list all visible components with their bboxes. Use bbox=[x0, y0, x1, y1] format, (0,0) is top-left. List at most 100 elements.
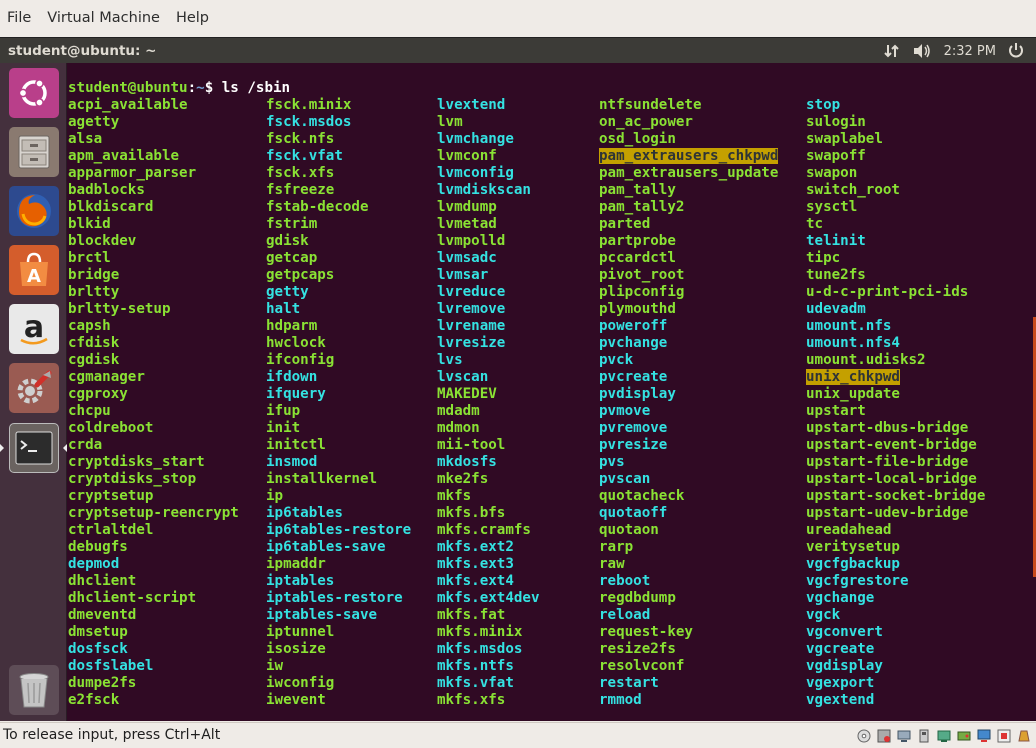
ls-row: upstart-udev-bridge bbox=[806, 505, 985, 522]
ls-entry: lvscan bbox=[437, 369, 489, 385]
ls-row: pvchange bbox=[599, 335, 778, 352]
ls-row: cryptdisks_start bbox=[68, 454, 239, 471]
ls-row: dosfsck bbox=[68, 641, 239, 658]
ls-row: tune2fs bbox=[806, 267, 985, 284]
ls-row: chcpu bbox=[68, 403, 239, 420]
menu-help[interactable]: Help bbox=[176, 10, 209, 26]
ls-row: telinit bbox=[806, 233, 985, 250]
ls-entry: pam_extrausers_chkpwd bbox=[599, 148, 779, 164]
ls-row: cgproxy bbox=[68, 386, 239, 403]
ls-row: osd_login bbox=[599, 131, 778, 148]
menu-file[interactable]: File bbox=[7, 10, 31, 26]
ls-entry: lvmpolld bbox=[437, 233, 506, 249]
usb-icon[interactable] bbox=[916, 728, 932, 744]
ubuntu-dash-icon[interactable] bbox=[9, 68, 59, 118]
ls-entry: upstart-socket-bridge bbox=[806, 488, 986, 504]
ls-row: vgcreate bbox=[806, 641, 985, 658]
hdd-icon[interactable] bbox=[956, 728, 972, 744]
ls-row: tipc bbox=[806, 250, 985, 267]
ls-row: reload bbox=[599, 607, 778, 624]
ls-entry: iptables bbox=[266, 573, 335, 589]
ls-entry: mkfs bbox=[437, 488, 472, 504]
shared-folder-icon[interactable] bbox=[936, 728, 952, 744]
ls-row: swapon bbox=[806, 165, 985, 182]
clock[interactable]: 2:32 PM bbox=[944, 44, 996, 59]
ls-entry: iwevent bbox=[266, 692, 326, 708]
ls-entry: pivot_root bbox=[599, 267, 685, 283]
software-center-icon[interactable]: A bbox=[9, 245, 59, 295]
ls-row: pvcreate bbox=[599, 369, 778, 386]
ls-column-1: acpi_available agetty alsa apm_available app… bbox=[68, 97, 239, 709]
ls-entry: pam_extrausers_update bbox=[599, 165, 779, 181]
ls-row: upstart-local-bridge bbox=[806, 471, 985, 488]
cdrom-icon[interactable] bbox=[856, 728, 872, 744]
network-icon[interactable] bbox=[896, 728, 912, 744]
ls-row: dumpe2fs bbox=[68, 675, 239, 692]
ls-row: mkfs.ext2 bbox=[437, 539, 540, 556]
ls-entry: blockdev bbox=[68, 233, 137, 249]
host-statusbar: To release input, press Ctrl+Alt bbox=[0, 722, 1036, 748]
volume-icon[interactable] bbox=[912, 43, 932, 59]
files-icon[interactable] bbox=[9, 127, 59, 177]
ls-row: mkfs.fat bbox=[437, 607, 540, 624]
ls-row: installkernel bbox=[266, 471, 411, 488]
ls-entry: lvmconf bbox=[437, 148, 497, 164]
ls-row: fsck.vfat bbox=[266, 148, 411, 165]
ls-row: blockdev bbox=[68, 233, 239, 250]
floppy-icon[interactable] bbox=[876, 728, 892, 744]
ls-row: dmsetup bbox=[68, 624, 239, 641]
trash-icon[interactable] bbox=[9, 665, 59, 715]
terminal-window[interactable]: student@ubuntu:~$ ls /sbin acpi_availabl… bbox=[67, 63, 1036, 721]
ls-row: agetty bbox=[68, 114, 239, 131]
ls-entry: mke2fs bbox=[437, 471, 489, 487]
ls-entry: parted bbox=[599, 216, 651, 232]
ls-entry: mkfs.ntfs bbox=[437, 658, 514, 674]
ls-entry: lvrename bbox=[437, 318, 506, 334]
ls-entry: request-key bbox=[599, 624, 693, 640]
ls-row: umount.nfs4 bbox=[806, 335, 985, 352]
network-arrows-icon[interactable] bbox=[883, 43, 900, 59]
ls-row: pam_tally2 bbox=[599, 199, 778, 216]
ls-entry: dhclient-script bbox=[68, 590, 197, 606]
ls-row: capsh bbox=[68, 318, 239, 335]
ls-entry: ipmaddr bbox=[266, 556, 326, 572]
ls-row: mkfs.ext3 bbox=[437, 556, 540, 573]
ls-row: upstart bbox=[806, 403, 985, 420]
amazon-icon[interactable]: a bbox=[9, 304, 59, 354]
ls-row: cgdisk bbox=[68, 352, 239, 369]
ls-entry: rmmod bbox=[599, 692, 642, 708]
ls-entry: resolvconf bbox=[599, 658, 685, 674]
ls-row: mke2fs bbox=[437, 471, 540, 488]
ls-entry: tc bbox=[806, 216, 824, 232]
terminal-icon[interactable] bbox=[9, 423, 59, 473]
ls-row: lvmetad bbox=[437, 216, 540, 233]
ls-row: getpcaps bbox=[266, 267, 411, 284]
keyboard-capture-icon[interactable] bbox=[1016, 728, 1032, 744]
ls-entry: vgextend bbox=[806, 692, 875, 708]
firefox-icon[interactable] bbox=[9, 186, 59, 236]
ls-entry: initctl bbox=[266, 437, 326, 453]
ls-entry: alsa bbox=[68, 131, 103, 147]
menu-virtual-machine[interactable]: Virtual Machine bbox=[47, 10, 160, 26]
ls-entry: mkfs.cramfs bbox=[437, 522, 531, 538]
ls-row: lvmsadc bbox=[437, 250, 540, 267]
system-settings-icon[interactable] bbox=[9, 363, 59, 413]
ubuntu-top-panel: student@ubuntu: ~ 2:32 PM bbox=[0, 37, 1036, 63]
ls-row: quotaoff bbox=[599, 505, 778, 522]
session-gear-icon[interactable] bbox=[1008, 42, 1024, 60]
ls-entry: fsck.vfat bbox=[266, 148, 343, 164]
ls-entry: crda bbox=[68, 437, 103, 453]
ls-row: quotacheck bbox=[599, 488, 778, 505]
ls-entry: lvremove bbox=[437, 301, 506, 317]
ls-row: resolvconf bbox=[599, 658, 778, 675]
ls-row: iptables-restore bbox=[266, 590, 411, 607]
ls-row: rmmod bbox=[599, 692, 778, 709]
ls-row: initctl bbox=[266, 437, 411, 454]
recording-icon[interactable] bbox=[996, 728, 1012, 744]
ls-row: debugfs bbox=[68, 539, 239, 556]
display-icon[interactable] bbox=[976, 728, 992, 744]
ls-column-4: ntfsundelete on_ac_power osd_login pam_extr… bbox=[599, 97, 779, 709]
ls-row: lvrename bbox=[437, 318, 540, 335]
ls-entry: vgcfgrestore bbox=[806, 573, 909, 589]
ls-entry: sysctl bbox=[806, 199, 858, 215]
